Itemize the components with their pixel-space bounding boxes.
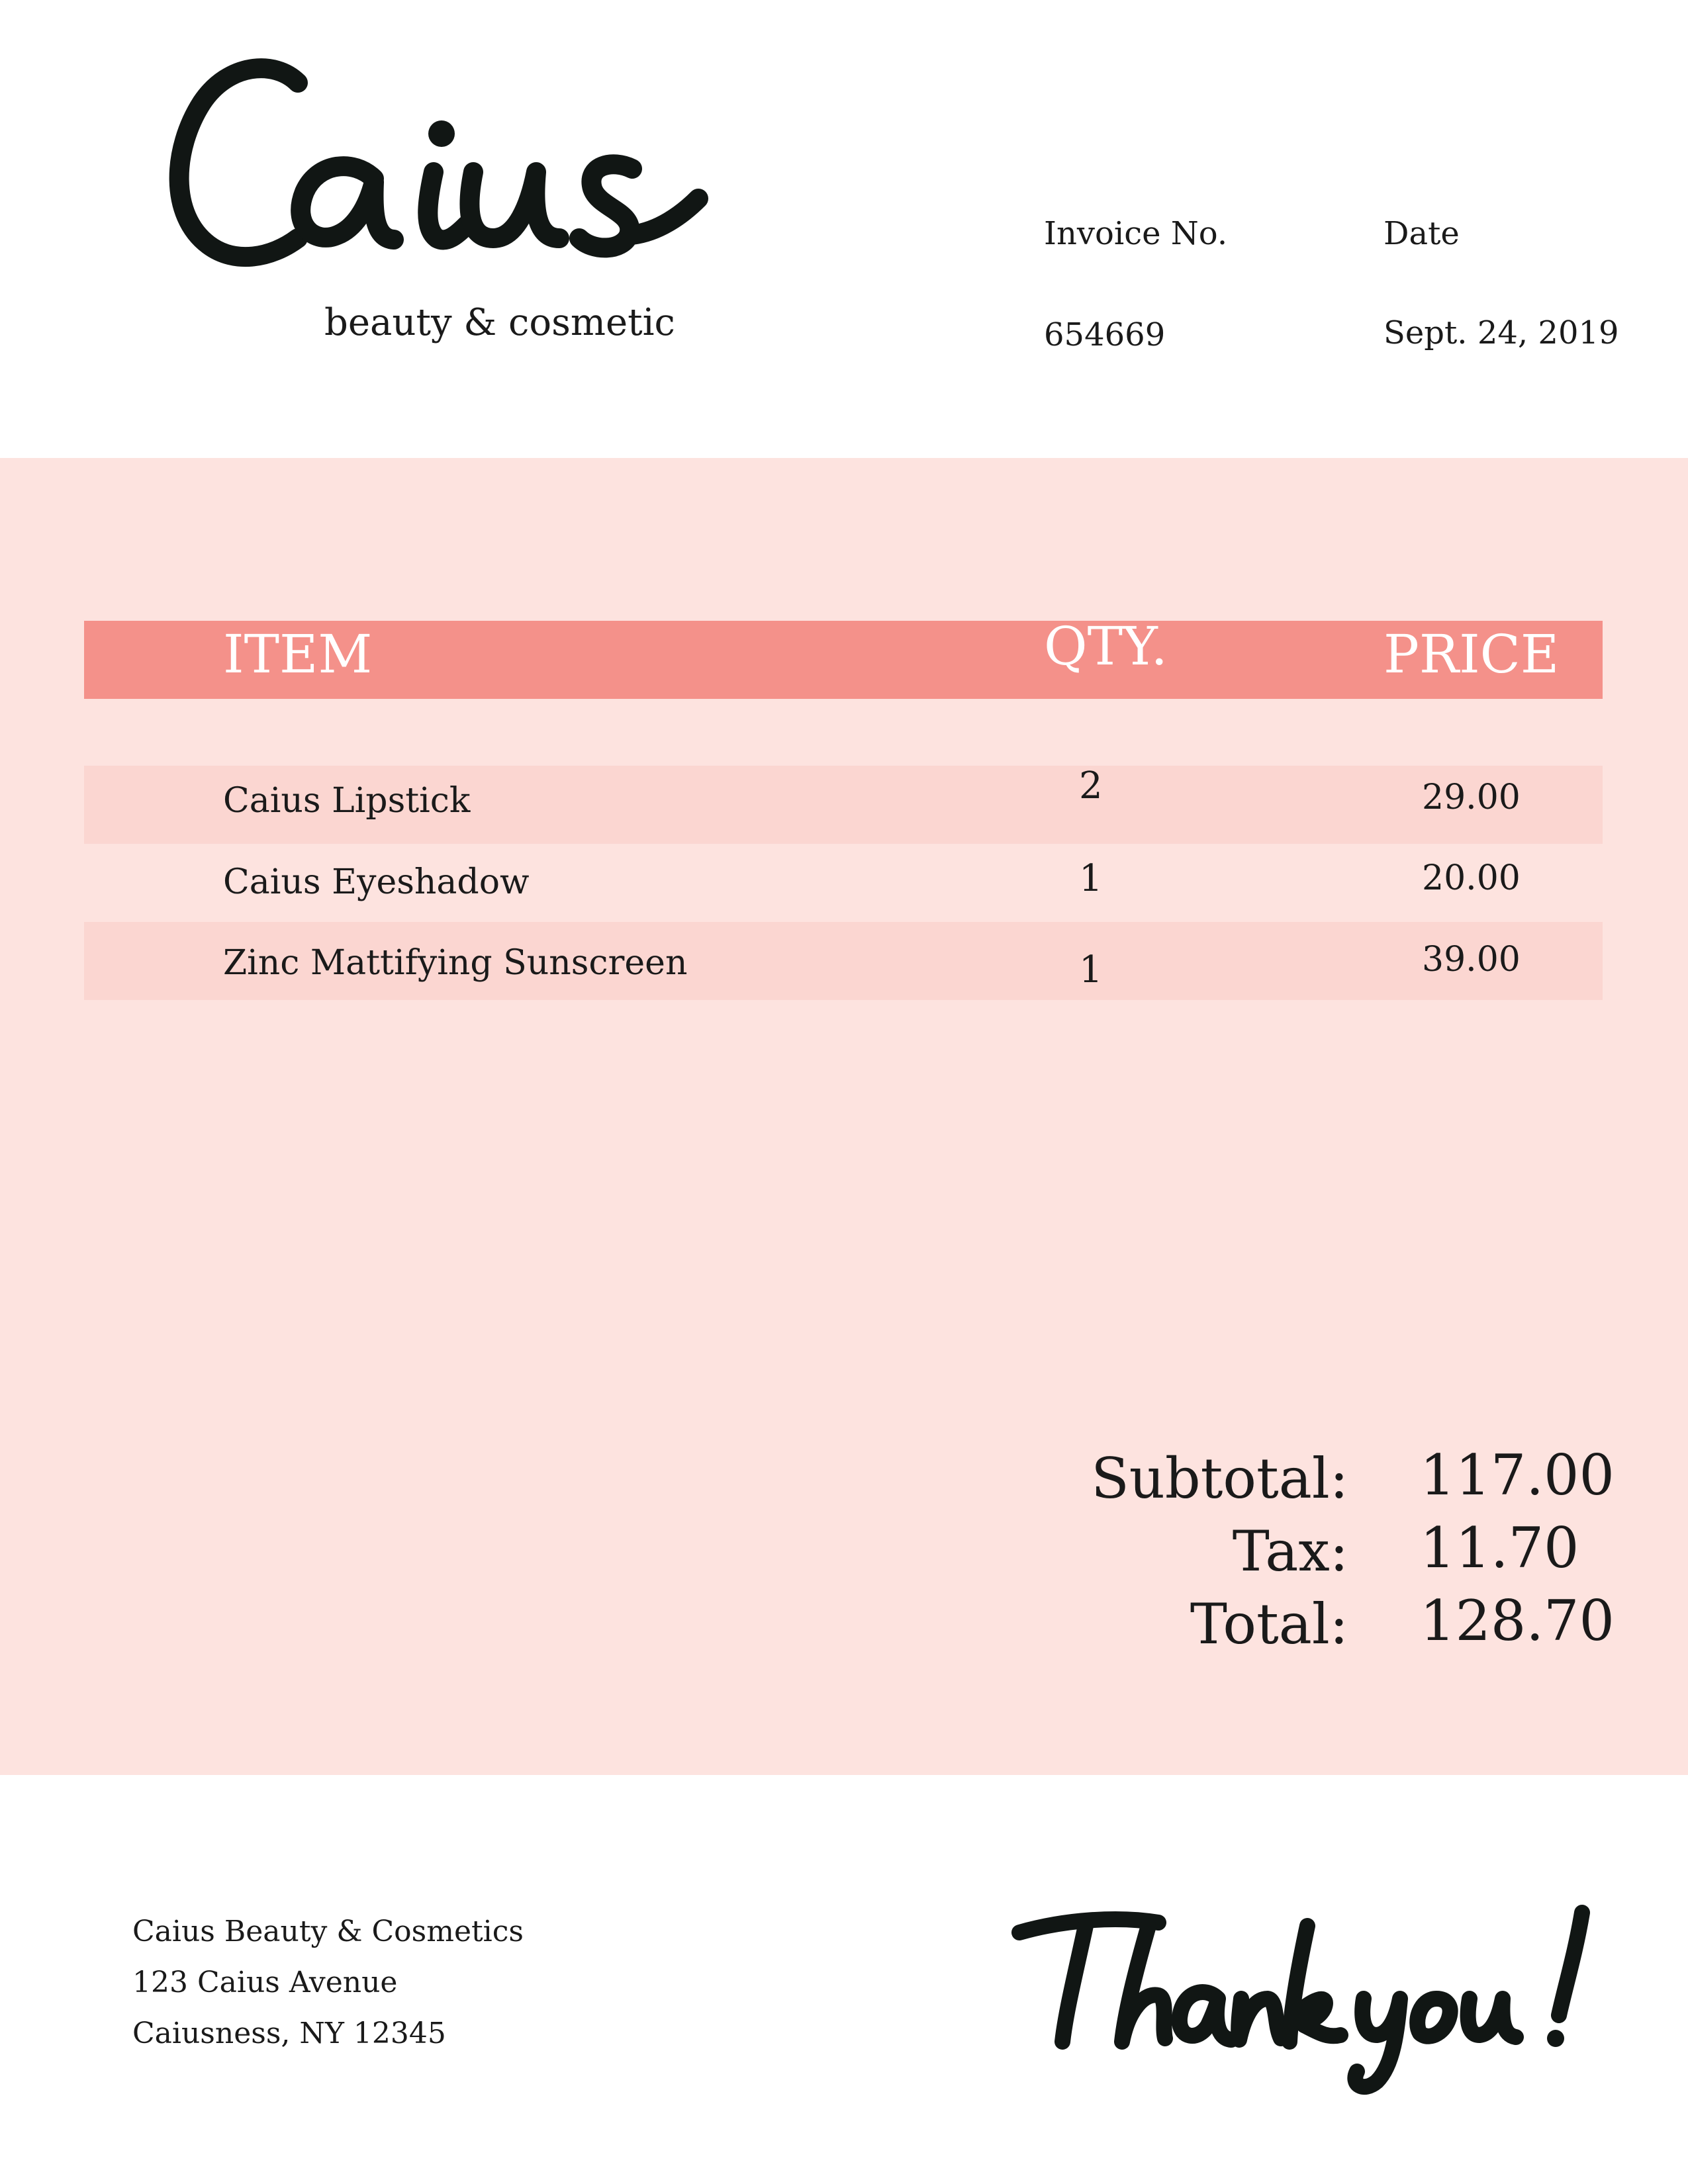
tax-value: 11.70 xyxy=(1420,1516,1579,1580)
column-header-qty: QTY. xyxy=(1044,615,1168,677)
column-header-price: PRICE xyxy=(1383,623,1560,685)
invoice-number-label: Invoice No. xyxy=(1044,215,1228,252)
invoice-number: 654669 xyxy=(1044,316,1166,353)
row-qty: 1 xyxy=(1079,857,1103,900)
invoice-date: Sept. 24, 2019 xyxy=(1383,314,1619,351)
row-price: 39.00 xyxy=(1422,940,1521,979)
total-label: Total: xyxy=(1190,1592,1348,1657)
row-item: Caius Eyeshadow xyxy=(223,862,530,902)
row-item: Caius Lipstick xyxy=(223,781,471,821)
row-price: 20.00 xyxy=(1422,858,1521,898)
brand-tagline: beauty & cosmetic xyxy=(324,301,675,344)
row-item: Zinc Mattifying Sunscreen xyxy=(223,943,688,983)
date-label: Date xyxy=(1383,215,1460,252)
row-price: 29.00 xyxy=(1422,778,1521,817)
subtotal-value: 117.00 xyxy=(1420,1443,1615,1508)
tax-label: Tax: xyxy=(1232,1519,1348,1584)
row-qty: 1 xyxy=(1079,948,1103,991)
company-name: Caius Beauty & Cosmetics xyxy=(132,1915,524,1948)
thank-you-signature xyxy=(1011,1905,1590,2095)
row-qty: 2 xyxy=(1079,764,1103,807)
company-street: 123 Caius Avenue xyxy=(132,1966,398,1999)
company-city: Caiusness, NY 12345 xyxy=(132,2017,446,2050)
subtotal-label: Subtotal: xyxy=(1091,1446,1348,1511)
column-header-item: ITEM xyxy=(223,623,373,685)
brand-logo xyxy=(169,58,708,267)
total-value: 128.70 xyxy=(1420,1588,1615,1653)
